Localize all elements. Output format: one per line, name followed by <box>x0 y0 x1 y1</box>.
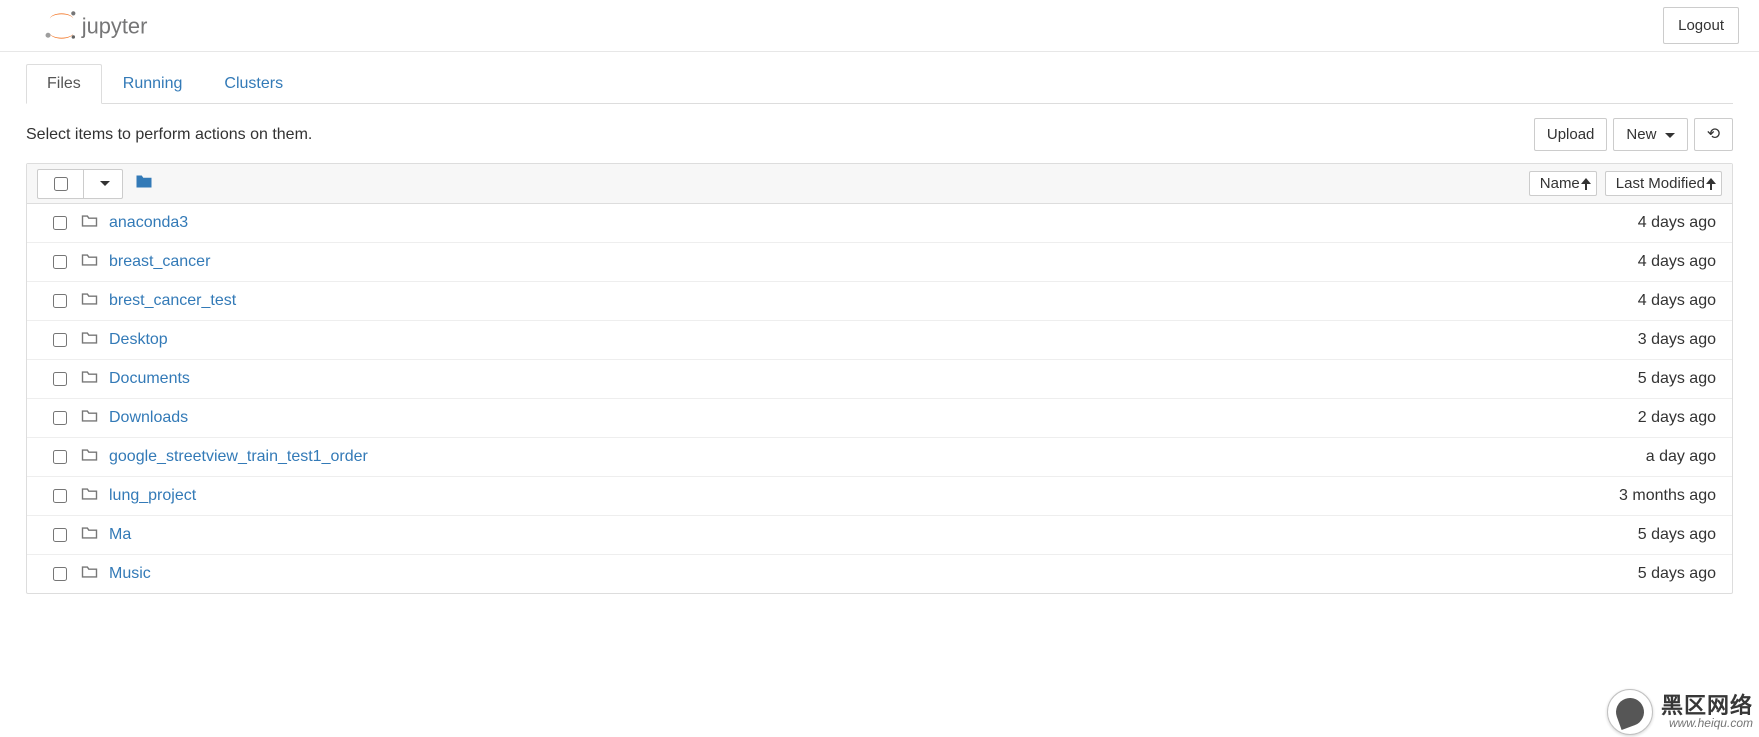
watermark-title: 黑区网络 <box>1661 695 1753 717</box>
item-modified: 5 days ago <box>1638 565 1722 583</box>
new-button[interactable]: New <box>1613 118 1687 151</box>
logout-button[interactable]: Logout <box>1663 7 1739 44</box>
app-header: jupyter Logout <box>0 0 1759 52</box>
folder-icon <box>81 565 109 584</box>
watermark-url: www.heiqu.com <box>1661 717 1753 729</box>
item-name-link[interactable]: lung_project <box>109 487 196 505</box>
table-row: Ma 5 days ago <box>27 516 1732 555</box>
refresh-icon: ⟳ <box>1707 127 1720 143</box>
item-name-link[interactable]: Music <box>109 565 151 583</box>
row-checkbox[interactable] <box>53 294 67 308</box>
sort-modified-button[interactable]: Last Modified <box>1605 171 1722 196</box>
new-button-label: New <box>1626 126 1656 143</box>
tab-running[interactable]: Running <box>102 64 204 104</box>
sort-modified-label: Last Modified <box>1616 175 1705 192</box>
table-row: lung_project 3 months ago <box>27 477 1732 516</box>
row-checkbox[interactable] <box>53 489 67 503</box>
row-checkbox[interactable] <box>53 567 67 581</box>
row-checkbox[interactable] <box>53 411 67 425</box>
row-checkbox[interactable] <box>53 450 67 464</box>
item-name-link[interactable]: Documents <box>109 370 190 388</box>
row-checkbox[interactable] <box>53 528 67 542</box>
toolbar: Select items to perform actions on them.… <box>26 104 1733 163</box>
table-row: breast_cancer 4 days ago <box>27 243 1732 282</box>
row-checkbox[interactable] <box>53 216 67 230</box>
folder-icon <box>81 448 109 467</box>
table-row: anaconda3 4 days ago <box>27 204 1732 243</box>
refresh-button[interactable]: ⟳ <box>1694 118 1733 151</box>
sort-name-button[interactable]: Name <box>1529 171 1597 196</box>
folder-icon <box>81 370 109 389</box>
folder-icon <box>81 331 109 350</box>
file-list: Name Last Modified anaconda34 days agobr… <box>26 163 1733 594</box>
select-all-checkbox[interactable] <box>54 177 68 191</box>
item-modified: 5 days ago <box>1638 370 1722 388</box>
item-modified: 4 days ago <box>1638 253 1722 271</box>
table-row: google_streetview_train_test1_order a day… <box>27 438 1732 477</box>
item-name-link[interactable]: Downloads <box>109 409 188 427</box>
jupyter-logo[interactable]: jupyter <box>32 10 182 42</box>
item-modified: 5 days ago <box>1638 526 1722 544</box>
select-dropdown[interactable] <box>83 170 122 198</box>
sort-name-label: Name <box>1540 175 1580 192</box>
folder-icon <box>81 487 109 506</box>
mushroom-icon <box>1607 689 1653 735</box>
folder-icon <box>81 409 109 428</box>
caret-down-icon <box>100 181 110 186</box>
item-name-link[interactable]: breast_cancer <box>109 253 210 271</box>
item-modified: 4 days ago <box>1638 292 1722 310</box>
item-modified: 2 days ago <box>1638 409 1722 427</box>
select-all-group[interactable] <box>37 169 123 199</box>
file-list-header: Name Last Modified <box>27 164 1732 204</box>
table-row: Documents 5 days ago <box>27 360 1732 399</box>
folder-icon <box>81 292 109 311</box>
folder-icon <box>81 214 109 233</box>
table-row: Desktop 3 days ago <box>27 321 1732 360</box>
toolbar-hint: Select items to perform actions on them. <box>26 126 312 144</box>
item-modified: a day ago <box>1646 448 1722 466</box>
item-modified: 3 months ago <box>1619 487 1722 505</box>
item-name-link[interactable]: brest_cancer_test <box>109 292 236 310</box>
item-modified: 3 days ago <box>1638 331 1722 349</box>
table-row: brest_cancer_test 4 days ago <box>27 282 1732 321</box>
logo-text: jupyter <box>81 13 148 38</box>
breadcrumb-root[interactable] <box>135 174 153 194</box>
item-modified: 4 days ago <box>1638 214 1722 232</box>
watermark: 黑区网络 www.heiqu.com <box>1607 689 1753 735</box>
item-name-link[interactable]: Desktop <box>109 331 168 349</box>
tab-bar: Files Running Clusters <box>26 64 1733 104</box>
item-name-link[interactable]: google_streetview_train_test1_order <box>109 448 368 466</box>
row-checkbox[interactable] <box>53 372 67 386</box>
folder-icon <box>135 174 153 189</box>
item-name-link[interactable]: Ma <box>109 526 131 544</box>
caret-down-icon <box>1665 133 1675 138</box>
table-row: Music 5 days ago <box>27 555 1732 593</box>
row-checkbox[interactable] <box>53 333 67 347</box>
tab-clusters[interactable]: Clusters <box>203 64 304 104</box>
table-row: Downloads 2 days ago <box>27 399 1732 438</box>
folder-icon <box>81 526 109 545</box>
tab-files[interactable]: Files <box>26 64 102 104</box>
folder-icon <box>81 253 109 272</box>
upload-button[interactable]: Upload <box>1534 118 1608 151</box>
item-name-link[interactable]: anaconda3 <box>109 214 188 232</box>
row-checkbox[interactable] <box>53 255 67 269</box>
